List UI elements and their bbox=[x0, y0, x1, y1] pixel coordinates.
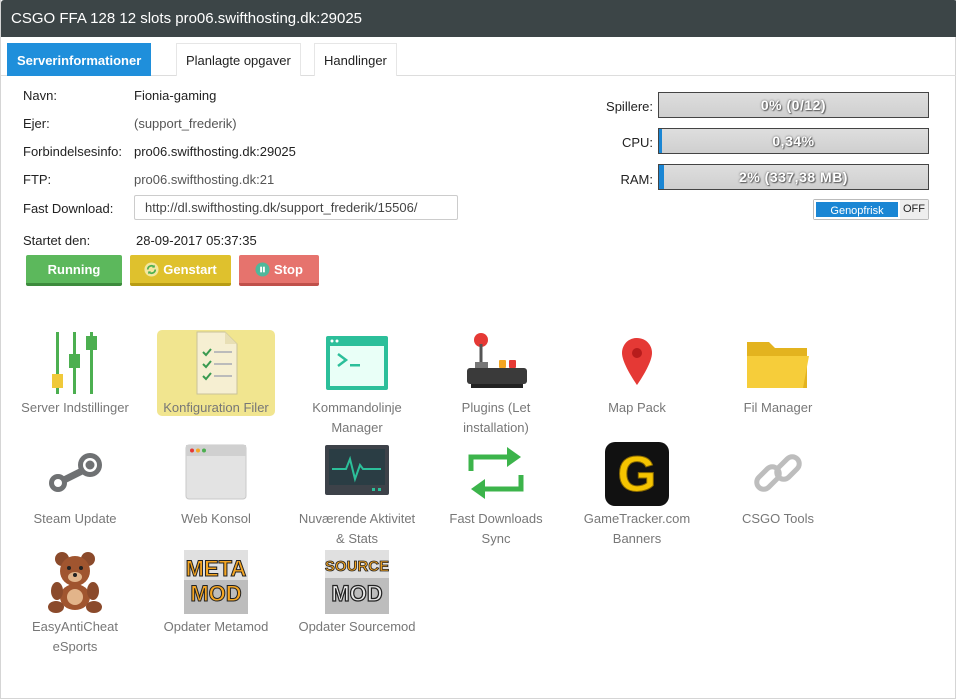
tile-opdater-sourcemod[interactable]: SOURCE MOD Opdater Sourcemod bbox=[298, 549, 416, 637]
running-button-label: Running bbox=[47, 261, 101, 277]
refresh-toggle-off: OFF bbox=[900, 200, 928, 219]
running-button[interactable]: Running bbox=[26, 255, 122, 286]
refresh-toggle-on: Genopfrisk bbox=[814, 200, 900, 219]
tile-fil-manager[interactable]: Fil Manager bbox=[719, 330, 837, 418]
tile-kommandolinje-manager[interactable]: Kommandolinje Manager bbox=[298, 330, 416, 438]
tile-label: Opdater Sourcemod bbox=[298, 619, 416, 634]
started-label: Startet den: bbox=[23, 233, 91, 248]
sync-arrows-icon bbox=[468, 447, 524, 499]
tile-label: GameTracker.com Banners bbox=[583, 511, 691, 546]
stop-button[interactable]: Stop bbox=[239, 255, 319, 286]
tile-plugins[interactable]: Plugins (Let installation) bbox=[437, 330, 555, 438]
browser-window-icon bbox=[185, 444, 247, 500]
cpu-bar: 0,34% bbox=[658, 128, 929, 154]
ram-bar-text: 2% (337,38 MB) bbox=[739, 169, 848, 185]
map-pin-icon bbox=[622, 338, 652, 385]
fast-download-field[interactable] bbox=[134, 195, 458, 220]
tab-bar: Serverinformationer Planlagte opgaver Ha… bbox=[1, 43, 956, 76]
tab-handlinger[interactable]: Handlinger bbox=[314, 43, 397, 76]
pause-icon bbox=[255, 261, 270, 277]
tile-map-pack[interactable]: Map Pack bbox=[578, 330, 696, 418]
tile-label: CSGO Tools bbox=[741, 511, 814, 526]
ram-bar: 2% (337,38 MB) bbox=[658, 164, 929, 190]
window-title: CSGO FFA 128 12 slots pro06.swifthosting… bbox=[1, 0, 956, 37]
tile-server-indstillinger[interactable]: Server Indstillinger bbox=[16, 330, 134, 418]
refresh-icon bbox=[144, 261, 159, 277]
tile-label: Map Pack bbox=[608, 400, 666, 415]
sourcemod-logo-bottom: MOD bbox=[331, 581, 382, 606]
started-value: 28-09-2017 05:37:35 bbox=[136, 233, 257, 248]
tile-fast-downloads-sync[interactable]: Fast Downloads Sync bbox=[437, 441, 555, 549]
tile-aktivitet-stats[interactable]: Nuværende Aktivitet & Stats bbox=[298, 441, 416, 549]
tile-label: Plugins (Let installation) bbox=[461, 400, 531, 435]
owner-label: Ejer: bbox=[23, 116, 50, 131]
tile-easyanticheat[interactable]: EasyAntiCheat eSports bbox=[16, 549, 134, 657]
ftp-value: pro06.swifthosting.dk:21 bbox=[134, 172, 275, 187]
owner-value: (support_frederik) bbox=[134, 116, 237, 131]
tile-web-konsol[interactable]: Web Konsol bbox=[157, 441, 275, 529]
stop-button-label: Stop bbox=[274, 261, 303, 277]
metamod-icon: META MOD bbox=[184, 550, 248, 614]
tile-label: Steam Update bbox=[33, 511, 117, 526]
steam-icon bbox=[49, 453, 102, 492]
joystick-icon bbox=[467, 333, 527, 388]
tile-csgo-tools[interactable]: CSGO Tools bbox=[719, 441, 837, 529]
sourcemod-icon: SOURCE MOD bbox=[325, 550, 389, 614]
players-label: Spillere: bbox=[606, 99, 653, 114]
fast-download-label: Fast Download: bbox=[23, 201, 114, 216]
metamod-logo-bottom: MOD bbox=[190, 581, 241, 606]
ftp-label: FTP: bbox=[23, 172, 52, 187]
tile-label: Fast Downloads Sync bbox=[449, 511, 543, 546]
terminal-icon bbox=[326, 336, 388, 390]
name-label: Navn: bbox=[23, 88, 57, 103]
tab-planlagte-opgaver[interactable]: Planlagte opgaver bbox=[176, 43, 301, 76]
restart-button[interactable]: Genstart bbox=[130, 255, 231, 286]
teddy-bear-icon bbox=[48, 552, 102, 613]
cpu-bar-text: 0,34% bbox=[772, 133, 815, 149]
chain-link-icon bbox=[754, 454, 802, 492]
tab-serverinformationer[interactable]: Serverinformationer bbox=[7, 43, 152, 76]
monitor-activity-icon bbox=[325, 445, 389, 495]
players-bar: 0% (0/12) bbox=[658, 92, 929, 118]
tile-label: Web Konsol bbox=[181, 511, 251, 526]
tile-label: Server Indstillinger bbox=[21, 400, 129, 415]
tile-steam-update[interactable]: Steam Update bbox=[16, 441, 134, 529]
tile-label: Fil Manager bbox=[743, 400, 813, 415]
restart-button-label: Genstart bbox=[163, 261, 217, 277]
gametracker-icon: G bbox=[605, 442, 669, 506]
tile-label: Nuværende Aktivitet & Stats bbox=[298, 511, 416, 546]
name-value: Fionia-gaming bbox=[134, 88, 217, 103]
config-file-icon bbox=[196, 331, 238, 395]
connection-value: pro06.swifthosting.dk:29025 bbox=[134, 144, 296, 159]
ram-label: RAM: bbox=[620, 172, 654, 187]
sliders-icon bbox=[52, 332, 97, 394]
connection-label: Forbindelsesinfo: bbox=[23, 144, 122, 159]
metamod-logo-top: META bbox=[186, 556, 247, 581]
tile-gametracker-banners[interactable]: G GameTracker.com Banners bbox=[578, 441, 696, 549]
auto-refresh-toggle[interactable]: Genopfrisk OFF bbox=[813, 199, 929, 220]
gametracker-logo-text: G bbox=[618, 446, 657, 502]
tile-label: Konfiguration Filer bbox=[163, 400, 269, 415]
tile-konfiguration-filer[interactable]: Konfiguration Filer bbox=[157, 330, 275, 416]
folder-icon bbox=[747, 342, 809, 388]
tile-label: Kommandolinje Manager bbox=[312, 400, 402, 435]
tile-opdater-metamod[interactable]: META MOD Opdater Metamod bbox=[157, 549, 275, 637]
players-bar-text: 0% (0/12) bbox=[760, 97, 827, 113]
sourcemod-logo-top: SOURCE bbox=[325, 558, 389, 575]
server-panel: CSGO FFA 128 12 slots pro06.swifthosting… bbox=[0, 0, 956, 699]
tile-label: Opdater Metamod bbox=[163, 619, 269, 634]
cpu-label: CPU: bbox=[621, 135, 653, 150]
tile-label: EasyAntiCheat eSports bbox=[32, 619, 118, 654]
